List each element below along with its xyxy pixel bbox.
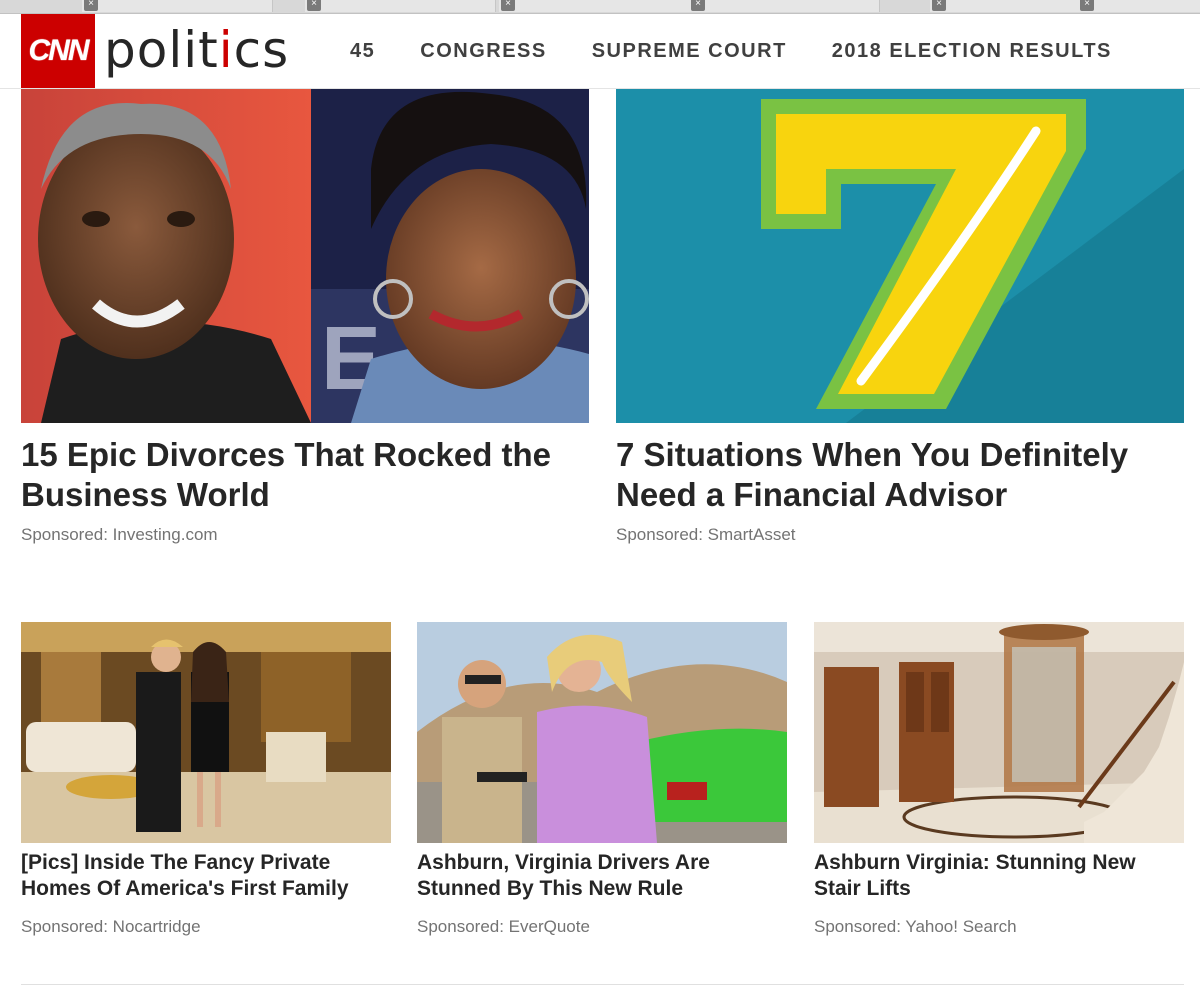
divider xyxy=(21,984,1184,985)
sponsor-label[interactable]: Sponsored: EverQuote xyxy=(417,917,590,937)
nav-item-45[interactable]: 45 xyxy=(350,40,375,63)
browser-tab[interactable]: × xyxy=(305,0,496,12)
browser-tab[interactable]: × xyxy=(689,0,880,12)
close-icon[interactable]: × xyxy=(307,0,321,11)
card-image-financial-advisor[interactable] xyxy=(616,89,1184,423)
close-icon[interactable]: × xyxy=(84,0,98,11)
card-image-first-family[interactable] xyxy=(21,622,391,843)
cnn-logo[interactable]: CNN xyxy=(21,14,95,88)
staircase-interior-photo xyxy=(814,622,1184,843)
page: × × × × × × CNN politics 45 CONGRESS SUP… xyxy=(0,0,1200,990)
card-title-stair-lifts[interactable]: Ashburn Virginia: Stunning New Stair Lif… xyxy=(814,850,1184,902)
traffic-stop-photo xyxy=(417,622,787,843)
browser-tab[interactable]: × xyxy=(499,0,690,12)
close-icon[interactable]: × xyxy=(501,0,515,11)
nav-item-election-results[interactable]: 2018 ELECTION RESULTS xyxy=(832,40,1112,63)
sponsor-label[interactable]: Sponsored: Yahoo! Search xyxy=(814,917,1017,937)
number-seven-graphic xyxy=(616,89,1184,423)
browser-tab[interactable]: × xyxy=(82,0,273,12)
browser-tab[interactable]: × xyxy=(1078,0,1200,12)
card-image-drivers[interactable] xyxy=(417,622,787,843)
brand-accent-letter: i xyxy=(218,21,234,79)
two-people-photo: E xyxy=(21,89,589,423)
close-icon[interactable]: × xyxy=(932,0,946,11)
card-title-drivers[interactable]: Ashburn, Virginia Drivers Are Stunned By… xyxy=(417,850,787,902)
browser-tab-strip: × × × × × × xyxy=(0,0,1200,14)
gilded-room-photo xyxy=(21,622,391,843)
card-title-divorces[interactable]: 15 Epic Divorces That Rocked the Busines… xyxy=(21,435,581,515)
nav-item-supreme-court[interactable]: SUPREME COURT xyxy=(592,40,787,63)
main-nav: 45 CONGRESS SUPREME COURT 2018 ELECTION … xyxy=(350,14,1157,88)
card-image-stair-lifts[interactable] xyxy=(814,622,1184,843)
sponsor-label[interactable]: Sponsored: Investing.com xyxy=(21,525,218,545)
close-icon[interactable]: × xyxy=(1080,0,1094,11)
sponsor-label[interactable]: Sponsored: Nocartridge xyxy=(21,917,201,937)
close-icon[interactable]: × xyxy=(691,0,705,11)
card-title-financial-advisor[interactable]: 7 Situations When You Definitely Need a … xyxy=(616,435,1176,515)
sponsor-label[interactable]: Sponsored: SmartAsset xyxy=(616,525,796,545)
site-header: CNN politics 45 CONGRESS SUPREME COURT 2… xyxy=(0,14,1200,89)
section-title[interactable]: politics xyxy=(104,20,289,80)
nav-item-congress[interactable]: CONGRESS xyxy=(420,40,546,63)
card-image-divorces[interactable]: E xyxy=(21,89,589,423)
card-title-first-family[interactable]: [Pics] Inside The Fancy Private Homes Of… xyxy=(21,850,391,902)
